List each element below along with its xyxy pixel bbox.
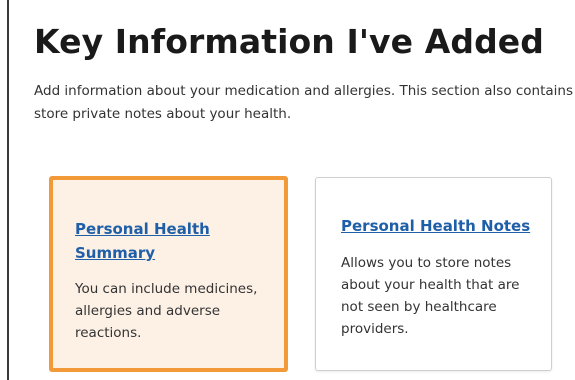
card-description: Allows you to store notes about your hea… (341, 255, 520, 337)
personal-health-summary-card[interactable]: Personal Health Summary You can include … (49, 176, 288, 372)
personal-health-notes-card[interactable]: Personal Health Notes Allows you to stor… (315, 177, 552, 371)
page-title: Key Information I've Added (34, 22, 544, 61)
personal-health-notes-link[interactable]: Personal Health Notes (341, 214, 541, 238)
window-border (7, 0, 9, 380)
card-description: You can include medicines, allergies and… (75, 281, 258, 341)
page-description: Add information about your medication an… (34, 83, 574, 122)
personal-health-summary-link[interactable]: Personal Health Summary (75, 217, 265, 265)
